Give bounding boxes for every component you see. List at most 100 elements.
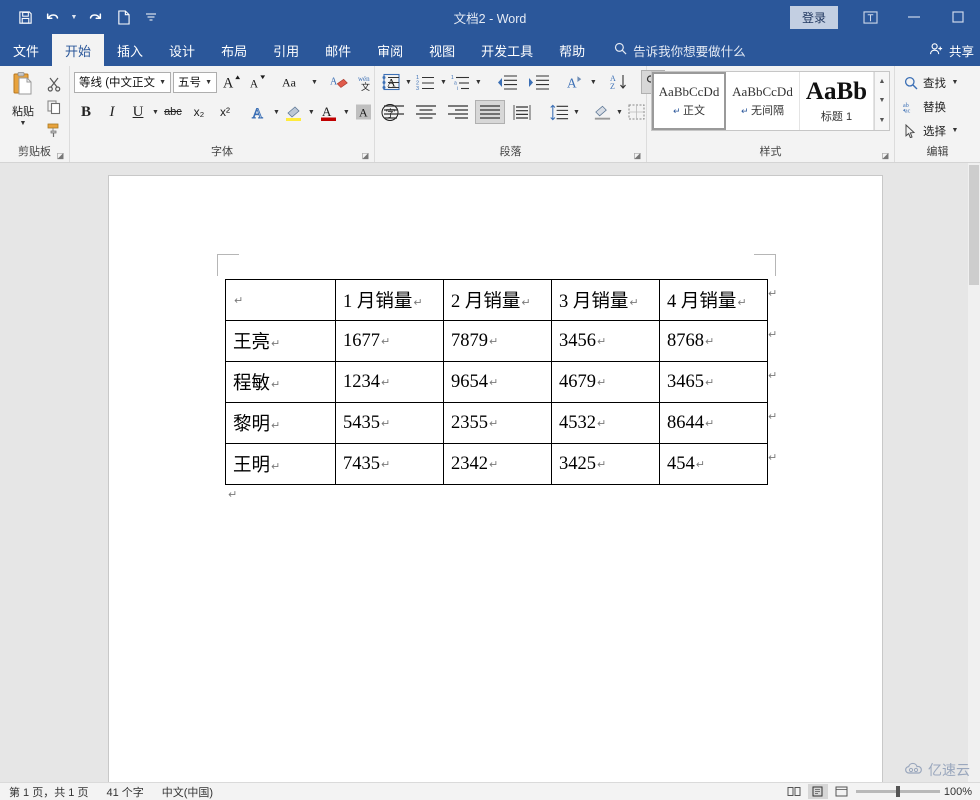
table-cell[interactable]: 程敏↵ xyxy=(226,362,336,403)
justify-icon[interactable] xyxy=(475,100,505,124)
sort-icon[interactable]: AZ xyxy=(607,70,631,94)
clipboard-dialog-launcher-icon[interactable]: ◪ xyxy=(56,151,65,160)
table-row[interactable]: 王亮↵ 1677↵ 7879↵ 3456↵ 8768↵ xyxy=(226,321,768,362)
grow-font-icon[interactable]: A xyxy=(219,70,243,94)
bullets-dropdown-icon[interactable]: ▼ xyxy=(405,79,412,86)
zoom-slider[interactable] xyxy=(856,790,940,793)
table-cell[interactable]: 3456↵ xyxy=(552,321,660,362)
clear-formatting-icon[interactable]: A xyxy=(328,70,352,94)
bold-button[interactable]: B xyxy=(74,100,98,124)
multilevel-dropdown-icon[interactable]: ▼ xyxy=(475,79,482,86)
styles-more-icon[interactable]: ▼ xyxy=(875,111,889,130)
undo-dropdown-icon[interactable]: ▼ xyxy=(68,5,80,29)
text-effects-dropdown-icon[interactable]: ▼ xyxy=(273,109,280,116)
table-row[interactable]: 王明↵ 7435↵ 2342↵ 3425↵ 454↵ xyxy=(226,444,768,485)
table-cell[interactable]: 8644↵ xyxy=(660,403,768,444)
table-cell[interactable]: ↵ xyxy=(226,280,336,321)
style-item-normal[interactable]: AaBbCcDd ↵ 正文 xyxy=(652,72,726,130)
tell-me-search[interactable]: 告诉我你想要做什么 xyxy=(598,34,746,66)
table-cell[interactable]: 5435↵ xyxy=(336,403,444,444)
language-status[interactable]: 中文(中国) xyxy=(153,784,222,800)
tab-design[interactable]: 设计 xyxy=(156,34,208,66)
numbering-dropdown-icon[interactable]: ▼ xyxy=(440,79,447,86)
italic-button[interactable]: I xyxy=(100,100,124,124)
tab-mailings[interactable]: 邮件 xyxy=(312,34,364,66)
find-dropdown-icon[interactable]: ▼ xyxy=(950,79,960,86)
bullets-icon[interactable] xyxy=(379,70,403,94)
web-layout-icon[interactable] xyxy=(832,784,852,799)
character-shading-icon[interactable]: A xyxy=(352,100,376,124)
tab-view[interactable]: 视图 xyxy=(416,34,468,66)
read-mode-icon[interactable] xyxy=(784,784,804,799)
multilevel-list-icon[interactable]: 1ai xyxy=(449,70,473,94)
shrink-font-icon[interactable]: A xyxy=(245,70,269,94)
table-cell[interactable]: 3465↵ xyxy=(660,362,768,403)
redo-icon[interactable] xyxy=(82,5,108,29)
borders-icon[interactable] xyxy=(625,100,649,124)
styles-scroll-up-icon[interactable]: ▲ xyxy=(875,72,889,91)
strikethrough-button[interactable]: abc xyxy=(161,100,185,124)
font-name-combo[interactable]: 等线 (中文正文 ▼ xyxy=(74,72,171,93)
table-cell[interactable]: 7879↵ xyxy=(444,321,552,362)
save-icon[interactable] xyxy=(12,5,38,29)
tab-file[interactable]: 文件 xyxy=(0,34,52,66)
table-row-header[interactable]: ↵ 1 月销量↵ 2 月销量↵ 3 月销量↵ 4 月销量↵ xyxy=(226,280,768,321)
align-center-icon[interactable] xyxy=(411,100,441,124)
table-row[interactable]: 程敏↵ 1234↵ 9654↵ 4679↵ 3465↵ xyxy=(226,362,768,403)
shading-dropdown-icon[interactable]: ▼ xyxy=(616,109,623,116)
shading-icon[interactable] xyxy=(590,100,614,124)
undo-icon[interactable] xyxy=(40,5,66,29)
paste-button[interactable]: 粘贴 ▼ xyxy=(4,69,42,145)
table-cell[interactable]: 1 月销量↵ xyxy=(336,280,444,321)
cjk-layout-icon[interactable]: A xyxy=(564,70,588,94)
table-cell[interactable]: 9654↵ xyxy=(444,362,552,403)
zoom-slider-thumb[interactable] xyxy=(896,786,900,797)
underline-dropdown-icon[interactable]: ▼ xyxy=(152,109,159,116)
font-size-dropdown-icon[interactable]: ▼ xyxy=(201,79,216,86)
table-cell[interactable]: 王亮↵ xyxy=(226,321,336,362)
cjk-layout-dropdown-icon[interactable]: ▼ xyxy=(590,79,597,86)
tab-developer[interactable]: 开发工具 xyxy=(468,34,546,66)
line-spacing-icon[interactable] xyxy=(547,100,571,124)
tab-home[interactable]: 开始 xyxy=(52,34,104,66)
table-cell[interactable]: 4679↵ xyxy=(552,362,660,403)
cut-icon[interactable] xyxy=(43,74,65,94)
tab-insert[interactable]: 插入 xyxy=(104,34,156,66)
zoom-level-label[interactable]: 100% xyxy=(944,786,972,798)
select-dropdown-icon[interactable]: ▼ xyxy=(950,127,960,134)
style-item-heading-1[interactable]: AaBb 标题 1 xyxy=(800,72,874,130)
table-cell[interactable]: 8768↵ xyxy=(660,321,768,362)
format-painter-icon[interactable] xyxy=(43,120,65,140)
font-size-combo[interactable]: 五号 ▼ xyxy=(173,72,217,93)
underline-button[interactable]: U xyxy=(126,100,150,124)
align-right-icon[interactable] xyxy=(443,100,473,124)
table-cell[interactable]: 3425↵ xyxy=(552,444,660,485)
document-page[interactable]: ↵ 1 月销量↵ 2 月销量↵ 3 月销量↵ 4 月销量↵ 王亮↵ 1677↵ … xyxy=(108,175,883,782)
font-color-icon[interactable]: A xyxy=(317,100,341,124)
find-button[interactable]: 查找 ▼ xyxy=(899,72,976,93)
tab-layout[interactable]: 布局 xyxy=(208,34,260,66)
font-color-dropdown-icon[interactable]: ▼ xyxy=(343,109,350,116)
table-cell[interactable]: 2342↵ xyxy=(444,444,552,485)
align-left-icon[interactable] xyxy=(379,100,409,124)
subscript-button[interactable]: x₂ xyxy=(187,100,211,124)
scrollbar-thumb[interactable] xyxy=(969,165,979,285)
change-case-dropdown-icon[interactable]: ▼ xyxy=(311,79,318,86)
sales-table[interactable]: ↵ 1 月销量↵ 2 月销量↵ 3 月销量↵ 4 月销量↵ 王亮↵ 1677↵ … xyxy=(225,279,768,485)
table-cell[interactable]: 454↵ xyxy=(660,444,768,485)
share-button[interactable]: 共享 xyxy=(929,34,980,66)
maximize-icon[interactable] xyxy=(936,0,980,34)
document-area[interactable]: ↵ 1 月销量↵ 2 月销量↵ 3 月销量↵ 4 月销量↵ 王亮↵ 1677↵ … xyxy=(0,163,980,782)
paragraph-dialog-launcher-icon[interactable]: ◪ xyxy=(633,151,642,160)
numbering-icon[interactable]: 123 xyxy=(414,70,438,94)
font-name-dropdown-icon[interactable]: ▼ xyxy=(155,79,170,86)
increase-indent-icon[interactable] xyxy=(524,70,554,94)
change-case-icon[interactable]: Aa xyxy=(279,70,309,94)
tab-review[interactable]: 审阅 xyxy=(364,34,416,66)
table-cell[interactable]: 王明↵ xyxy=(226,444,336,485)
word-count-status[interactable]: 41 个字 xyxy=(97,784,152,800)
table-cell[interactable]: 3 月销量↵ xyxy=(552,280,660,321)
line-spacing-dropdown-icon[interactable]: ▼ xyxy=(573,109,580,116)
table-cell[interactable]: 1234↵ xyxy=(336,362,444,403)
tab-help[interactable]: 帮助 xyxy=(546,34,598,66)
